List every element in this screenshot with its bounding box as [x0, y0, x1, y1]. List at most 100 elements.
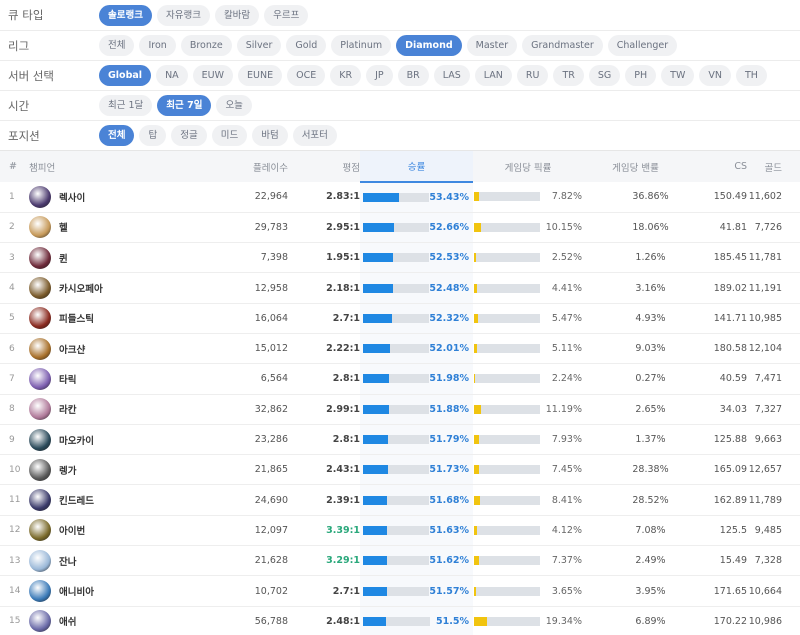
filter-chip[interactable]: KR [330, 65, 362, 86]
champion-avatar[interactable] [29, 428, 51, 451]
filter-chip[interactable]: 최근 1달 [99, 95, 153, 116]
champion-cell: 렝가 [29, 455, 167, 485]
champion-name[interactable]: 퀸 [59, 251, 68, 265]
filter-chip[interactable]: 우르프 [264, 4, 309, 26]
filter-chip[interactable]: EUNE [238, 65, 283, 86]
pickrate-bar [474, 435, 540, 445]
filter-chip[interactable]: 미드 [211, 125, 248, 146]
champion-avatar[interactable] [29, 185, 51, 208]
table-row[interactable]: 8 라칸 32,862 2.99:1 51.88% 11.19% 2.65% 3… [0, 394, 800, 425]
filter-chip[interactable]: Bronze [180, 35, 232, 56]
filter-chip[interactable]: Global [99, 65, 152, 86]
champion-avatar[interactable] [29, 216, 51, 239]
champion-avatar[interactable] [29, 580, 51, 602]
champion-avatar[interactable] [29, 519, 51, 542]
filter-chip[interactable]: Grandmaster [522, 35, 603, 56]
filter-chip[interactable]: SG [588, 65, 621, 86]
filter-chip[interactable]: 탑 [139, 125, 167, 146]
filter-chip[interactable]: Iron [139, 35, 176, 56]
filter-chip[interactable]: Platinum [331, 35, 392, 56]
filter-chip[interactable]: OCE [287, 65, 326, 86]
filter-chip[interactable]: Gold [286, 35, 327, 56]
champion-name[interactable]: 타릭 [59, 372, 76, 386]
champion-avatar[interactable] [29, 458, 51, 481]
filter-chip[interactable]: NA [156, 65, 188, 86]
champion-avatar[interactable] [29, 489, 51, 512]
pickrate-value: 3.65% [551, 585, 582, 597]
games-header[interactable]: 플레이수 [167, 151, 288, 182]
pickrate-header[interactable]: 게임당 픽률 [473, 151, 583, 182]
champion-header[interactable]: 챔피언 [29, 151, 167, 182]
table-row[interactable]: 14 애니비아 10,702 2.7:1 51.57% 3.65% 3.95% … [0, 575, 800, 607]
champion-name[interactable]: 애니비아 [59, 584, 94, 598]
champion-avatar[interactable] [29, 337, 51, 360]
champion-name[interactable]: 마오카이 [59, 433, 94, 447]
champion-avatar[interactable] [29, 610, 51, 633]
champion-avatar[interactable] [29, 398, 51, 421]
filter-chip[interactable]: 칼바람 [214, 4, 260, 26]
table-row[interactable]: 4 카시오페아 12,958 2.18:1 52.48% 4.41% 3.16%… [0, 272, 800, 304]
filter-chip[interactable]: RU [516, 65, 549, 86]
table-row[interactable]: 15 애쉬 56,788 2.48:1 51.5% 19.34% 6.89% 1… [0, 606, 800, 635]
filter-chip[interactable]: TR [553, 65, 584, 86]
champion-avatar[interactable] [29, 277, 51, 300]
champion-avatar[interactable] [29, 367, 51, 390]
filter-chip[interactable]: 바텀 [252, 125, 288, 146]
champion-avatar[interactable] [29, 246, 51, 269]
filter-chip[interactable]: VN [699, 65, 731, 86]
champion-name[interactable]: 렉사이 [59, 190, 85, 204]
champion-name[interactable]: 라칸 [59, 402, 76, 416]
filter-chip[interactable]: 오늘 [216, 95, 252, 116]
rank-header[interactable]: # [0, 151, 29, 182]
champion-name[interactable]: 헬 [59, 220, 68, 234]
filter-chip[interactable]: TH [735, 65, 767, 86]
table-row[interactable]: 3 퀸 7,398 1.95:1 52.53% 2.52% 1.26% 185.… [0, 242, 800, 273]
table-row[interactable]: 1 렉사이 22,964 2.83:1 53.43% 7.82% 36.86% … [0, 182, 800, 213]
filter-chip[interactable]: EUW [192, 65, 234, 86]
table-row[interactable]: 7 타릭 6,564 2.8:1 51.98% 2.24% 0.27% 40.5… [0, 363, 800, 395]
table-row[interactable]: 6 아크샨 15,012 2.22:1 52.01% 5.11% 9.03% 1… [0, 333, 800, 364]
pickrate-cell: 7.37% [473, 546, 583, 576]
table-row[interactable]: 9 마오카이 23,286 2.8:1 51.79% 7.93% 1.37% 1… [0, 424, 800, 455]
filter-chip[interactable]: 서포터 [292, 125, 337, 146]
filter-chip[interactable]: Challenger [607, 35, 678, 56]
champion-name[interactable]: 아크샨 [59, 342, 85, 356]
filter-chip[interactable]: 솔로랭크 [99, 4, 152, 26]
table-row[interactable]: 10 렝가 21,865 2.43:1 51.73% 7.45% 28.38% … [0, 454, 800, 485]
champion-avatar[interactable] [29, 549, 51, 572]
winrate-header[interactable]: 승률 [360, 151, 473, 183]
champion-name[interactable]: 킨드레드 [59, 493, 94, 507]
cs-header[interactable]: CS [688, 151, 747, 182]
champion-name[interactable]: 잔나 [59, 554, 76, 568]
table-row[interactable]: 11 킨드레드 24,690 2.39:1 51.68% 8.41% 28.52… [0, 484, 800, 516]
filter-chip[interactable]: 자유랭크 [156, 4, 210, 26]
kda-header[interactable]: 평점 [288, 151, 360, 182]
filter-chip[interactable]: PH [625, 65, 657, 86]
champion-name[interactable]: 피들스틱 [59, 311, 94, 325]
filter-chip[interactable]: 전체 [99, 125, 135, 146]
champion-name[interactable]: 카시오페아 [59, 281, 103, 295]
filter-chip[interactable]: LAN [474, 65, 512, 86]
filter-chip[interactable]: 전체 [99, 35, 135, 56]
filter-chip[interactable]: Diamond [396, 35, 462, 56]
winrate-bar [363, 465, 430, 475]
filter-chip[interactable]: Master [466, 35, 518, 56]
filter-chip[interactable]: JP [366, 65, 393, 86]
banrate-header[interactable]: 게임당 밴률 [583, 151, 688, 182]
table-row[interactable]: 12 아이번 12,097 3.39:1 51.63% 4.12% 7.08% … [0, 515, 800, 546]
champion-name[interactable]: 애쉬 [59, 614, 76, 628]
table-row[interactable]: 13 잔나 21,628 3.29:1 51.62% 7.37% 2.49% 1… [0, 545, 800, 576]
champion-name[interactable]: 렝가 [59, 463, 76, 477]
champion-name[interactable]: 아이번 [59, 523, 85, 537]
filter-chip[interactable]: LAS [433, 65, 470, 86]
filter-chip[interactable]: 최근 7일 [157, 95, 212, 116]
pickrate-bar-fill [474, 465, 479, 475]
filter-chip[interactable]: TW [661, 65, 695, 86]
champion-avatar[interactable] [29, 307, 51, 330]
gold-header[interactable]: 골드 [747, 151, 800, 182]
table-row[interactable]: 2 헬 29,783 2.95:1 52.66% 10.15% 18.06% 4… [0, 212, 800, 243]
filter-chip[interactable]: Silver [236, 35, 282, 56]
filter-chip[interactable]: 정글 [171, 125, 207, 146]
filter-chip[interactable]: BR [397, 65, 429, 86]
table-row[interactable]: 5 피들스틱 16,064 2.7:1 52.32% 5.47% 4.93% 1… [0, 303, 800, 334]
